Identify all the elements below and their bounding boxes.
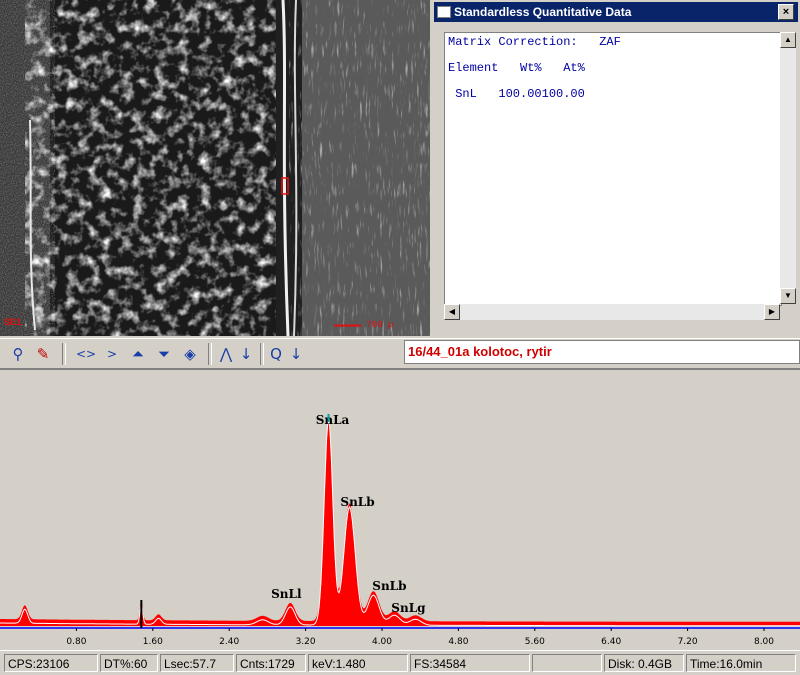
- peak-label: SnLa: [316, 413, 350, 427]
- x-tick-label: 7.20: [678, 637, 698, 647]
- spectrum-chart[interactable]: 0.80 1.60 2.40 3.20 4.00 4.80 5.60 6.40 7.20 8.00…: [0, 368, 800, 652]
- spectrum-outline: [0, 419, 800, 627]
- scroll-down-icon[interactable]: ▼: [780, 288, 796, 304]
- sem-micrograph: SE1 ▬▬▬▬▬ 700 µ: [0, 0, 430, 336]
- vertical-scrollbar[interactable]: ▲ ▼: [780, 32, 796, 304]
- quant-titlebar[interactable]: Standardless Quantitative Data ×: [434, 2, 798, 22]
- x-tick-label: 1.60: [143, 637, 163, 647]
- toolbar-separator: [62, 343, 66, 365]
- quant-data-window: Standardless Quantitative Data × Matrix …: [432, 0, 800, 336]
- peak-label: SnLl: [271, 587, 302, 601]
- element-header-line: Element Wt% At%: [448, 61, 585, 75]
- arrow-down-icon[interactable]: ↓: [286, 344, 306, 364]
- toolbar-separator: [208, 343, 212, 365]
- x-tick-label: 0.80: [66, 637, 86, 647]
- scroll-up-icon[interactable]: ▲: [780, 32, 796, 48]
- expand-icon[interactable]: <>: [76, 344, 96, 364]
- sem-mode-label: SE1: [4, 318, 23, 329]
- spectrum-fill: [0, 415, 800, 626]
- x-tick-label: 4.00: [372, 637, 392, 647]
- compress-icon[interactable]: ><: [102, 344, 122, 381]
- zoom-icon[interactable]: Q: [266, 344, 286, 364]
- peak-id-icon[interactable]: ⋀: [216, 344, 236, 364]
- close-icon[interactable]: ×: [778, 4, 794, 20]
- eraser-icon[interactable]: ◈: [180, 344, 200, 364]
- element-row: SnL 100.00100.00: [448, 87, 585, 101]
- cps-readout: CPS:23106: [4, 654, 98, 672]
- scroll-left-icon[interactable]: ◀: [444, 304, 460, 320]
- scale-down-icon[interactable]: ⏷: [154, 344, 174, 364]
- counts-readout: Cnts:1729: [236, 654, 306, 672]
- disk-readout: Disk: 0.4GB: [604, 654, 684, 672]
- live-seconds-readout: Lsec:57.7: [160, 654, 234, 672]
- peak-label: SnLb: [372, 579, 406, 593]
- status-empty-cell: [532, 654, 602, 672]
- peak-label: SnLg: [391, 601, 426, 615]
- window-icon: [437, 6, 451, 18]
- x-tick-label: 6.40: [601, 637, 621, 647]
- kev-readout: keV:1.480: [308, 654, 408, 672]
- arrow-down-icon[interactable]: ↓: [236, 344, 256, 364]
- x-tick-label: 4.80: [448, 637, 468, 647]
- x-tick-label: 3.20: [296, 637, 316, 647]
- dead-time-readout: DT%:60: [100, 654, 158, 672]
- matrix-correction-line: Matrix Correction: ZAF: [448, 35, 621, 49]
- full-scale-readout: FS:34584: [410, 654, 530, 672]
- probe-icon[interactable]: ⚲: [8, 344, 28, 364]
- scroll-right-icon[interactable]: ▶: [764, 304, 780, 320]
- pen-color-icon[interactable]: ✎: [33, 344, 53, 364]
- x-tick-label: 8.00: [754, 637, 774, 647]
- quant-text-area[interactable]: Matrix Correction: ZAF Element Wt% At% S…: [444, 32, 782, 306]
- x-tick-label: 2.40: [219, 637, 239, 647]
- sem-image: [0, 0, 430, 336]
- spectrum-title: 16/44_01a kolotoc, rytir: [404, 340, 800, 364]
- quant-title: Standardless Quantitative Data: [454, 5, 632, 19]
- spectrum-svg: 0.80 1.60 2.40 3.20 4.00 4.80 5.60 6.40 7.20 8.00…: [0, 413, 800, 647]
- x-axis-ticks: 0.80 1.60 2.40 3.20 4.00 4.80 5.60 6.40 7.20 8.00…: [66, 628, 774, 647]
- scale-up-icon[interactable]: ⏶: [128, 344, 148, 364]
- toolbar-separator: [260, 343, 264, 365]
- time-readout: Time:16.0min: [686, 654, 796, 672]
- peak-label: SnLb: [340, 495, 374, 509]
- horizontal-scrollbar[interactable]: ◀ ▶: [444, 304, 780, 320]
- sem-scale-label: ▬▬▬▬▬ 700 µ: [334, 320, 394, 330]
- x-tick-label: 5.60: [525, 637, 545, 647]
- status-bar: CPS:23106 DT%:60 Lsec:57.7 Cnts:1729 keV…: [0, 650, 800, 675]
